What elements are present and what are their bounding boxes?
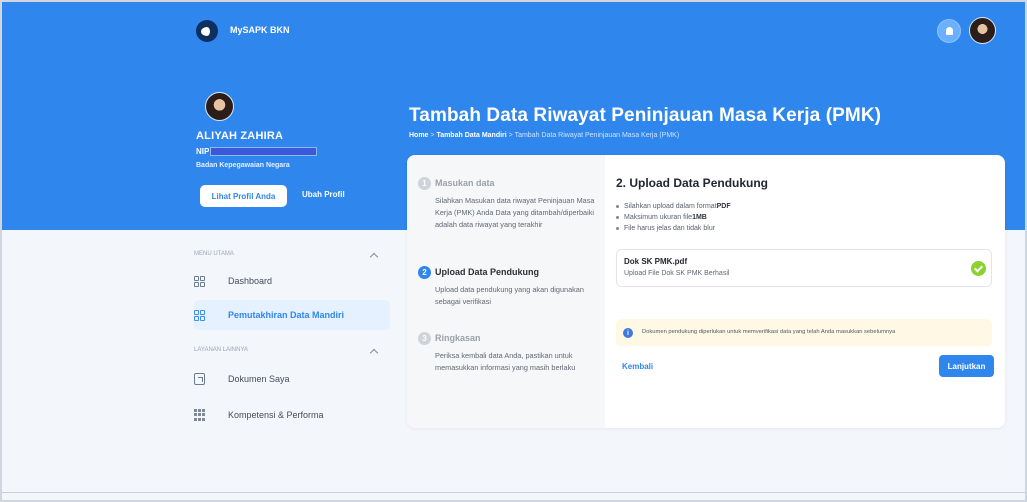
step-title: Upload Data Pendukung: [435, 267, 540, 277]
breadcrumb: Home > Tambah Data Mandiri > Tambah Data…: [409, 132, 679, 139]
sidebar-item-dashboard[interactable]: Dashboard: [194, 266, 390, 296]
step-description: Silahkan Masukan data riwayat Peninjauan…: [435, 196, 595, 229]
upload-content: 2. Upload Data Pendukung Silahkan upload…: [605, 155, 1005, 428]
wizard-steps-panel: 1 Masukan data Silahkan Masukan data riw…: [407, 155, 605, 428]
verification-notice: i Dokumen pendukung diperlukan untuk mem…: [616, 319, 992, 346]
profile-name: ALIYAH ZAHIRA: [196, 130, 284, 142]
agency-name: Badan Kepegawaian Negara: [196, 162, 290, 169]
uploaded-file-name: Dok SK PMK.pdf: [624, 257, 688, 266]
step-description: Upload data pendukung yang akan digunaka…: [435, 285, 584, 306]
document-icon: [194, 373, 205, 385]
other-services-label: LAYANAN LAINNYA: [194, 347, 249, 353]
success-check-icon: [971, 261, 986, 276]
step-number: 1: [418, 177, 431, 190]
view-profile-button[interactable]: Lihat Profil Anda: [200, 185, 287, 207]
performance-icon: [194, 409, 205, 421]
upload-status-text: Upload File Dok SK PMK Berhasil: [624, 270, 730, 277]
sidebar-item-label: Dashboard: [228, 276, 273, 286]
sidebar-item-label: Pemutakhiran Data Mandiri: [228, 310, 345, 320]
requirement-size: Maksimum ukuran file 1MB: [616, 212, 976, 223]
dashboard-icon: [194, 275, 205, 287]
step-number: 2: [418, 266, 431, 279]
upload-card: 1 Masukan data Silahkan Masukan data riw…: [407, 155, 1005, 428]
sidebar-item-competency[interactable]: Kompetensi & Performa: [194, 400, 390, 430]
breadcrumb-home[interactable]: Home: [409, 132, 428, 139]
continue-button[interactable]: Lanjutkan: [939, 355, 994, 377]
info-icon: i: [623, 328, 633, 338]
profile-avatar: [205, 92, 234, 121]
nip-redacted-value: [210, 147, 317, 156]
requirements-list: Silahkan upload dalam format PDF Maksimu…: [616, 201, 976, 234]
notification-bell-icon[interactable]: [937, 19, 961, 43]
nip-label: NIP: [196, 147, 210, 156]
step-description: Periksa kembali data Anda, pastikan untu…: [435, 351, 576, 372]
top-user-avatar[interactable]: [969, 17, 996, 44]
brand-logo-icon[interactable]: [196, 20, 218, 42]
uploaded-file-card[interactable]: Dok SK PMK.pdf Upload File Dok SK PMK Be…: [616, 249, 992, 287]
requirement-clear-file: File harus jelas dan tidak blur: [616, 223, 976, 234]
step-title: Ringkasan: [435, 333, 481, 343]
verification-notice-text: Dokumen pendukung diperlukan untuk memve…: [642, 329, 896, 335]
edit-profile-link[interactable]: Ubah Profil: [302, 190, 345, 199]
sidebar-item-my-documents[interactable]: Dokumen Saya: [194, 364, 390, 394]
upload-title: 2. Upload Data Pendukung: [616, 176, 769, 190]
sidebar-item-label: Kompetensi & Performa: [228, 410, 324, 420]
brand-name: MySAPK BKN: [230, 25, 290, 35]
bottom-separator: [2, 492, 1025, 493]
requirement-format: Silahkan upload dalam format PDF: [616, 201, 976, 212]
step-number: 3: [418, 332, 431, 345]
sidebar-item-label: Dokumen Saya: [228, 374, 290, 384]
back-button[interactable]: Kembali: [622, 362, 653, 371]
main-menu-label: MENU UTAMA: [194, 251, 234, 257]
page-title: Tambah Data Riwayat Peninjauan Masa Kerj…: [409, 105, 882, 126]
breadcrumb-add-data[interactable]: Tambah Data Mandiri: [436, 132, 506, 139]
bell-glyph: [945, 27, 953, 35]
data-update-icon: [194, 309, 205, 321]
step-title: Masukan data: [435, 178, 495, 188]
breadcrumb-separator: >: [506, 132, 515, 139]
sidebar-item-data-update[interactable]: Pemutakhiran Data Mandiri: [194, 300, 390, 330]
breadcrumb-current: Tambah Data Riwayat Peninjauan Masa Kerj…: [514, 132, 680, 139]
